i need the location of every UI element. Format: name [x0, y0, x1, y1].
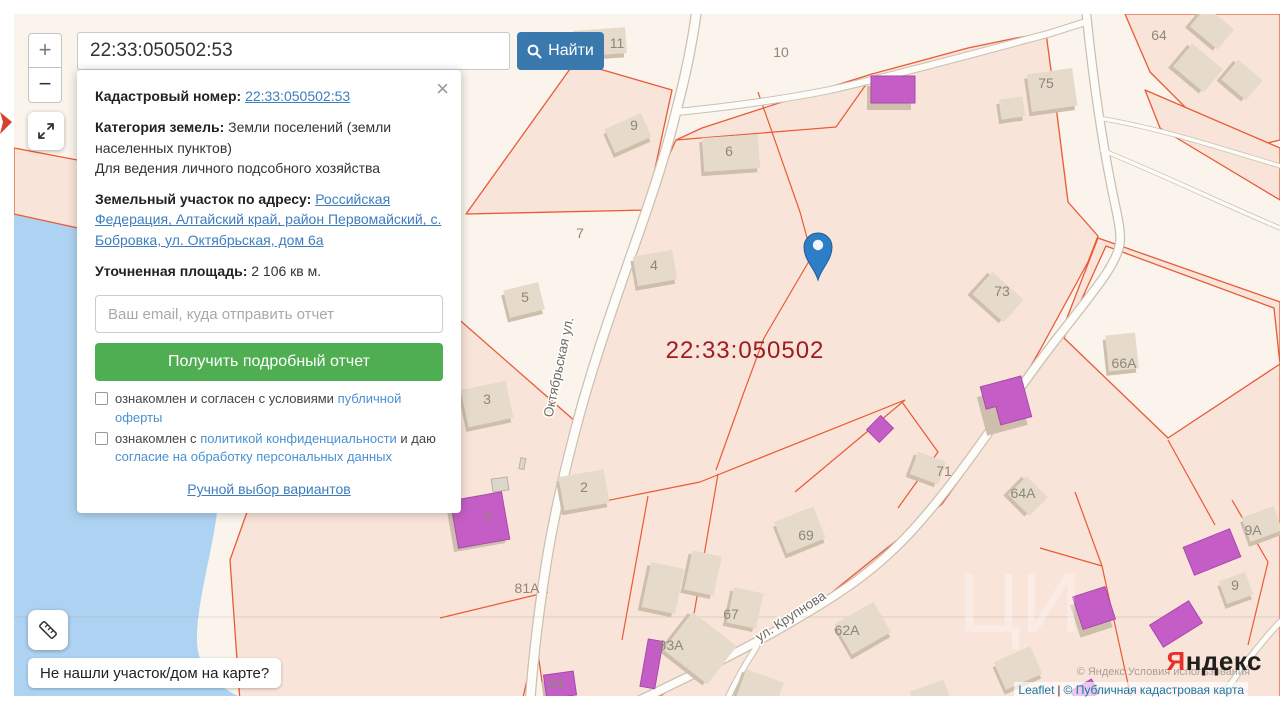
land-category-label: Категория земель: — [95, 119, 224, 135]
parcel-number-label: 9А — [1244, 522, 1262, 538]
area-value: 2 106 кв м. — [251, 263, 321, 279]
parcel-number-label: 10 — [773, 44, 789, 60]
parcel-number-label: 81А — [515, 580, 541, 596]
land-category-row: Категория земель: Земли поселений (земли… — [95, 117, 443, 178]
parcel-number-label: 73 — [994, 283, 1010, 299]
parcel-number-label: 11 — [610, 35, 625, 51]
privacy-checkbox[interactable] — [95, 432, 108, 445]
parcel-number-label: 62А — [835, 622, 861, 638]
provider-link[interactable]: © Публичная кадастровая карта — [1064, 683, 1244, 697]
cadastral-quarter-label: 22:33:050502 — [666, 337, 825, 364]
cadastral-map-app: ЦИ 11106475967457366А327164А6981А6762А83… — [0, 0, 1280, 702]
parcel-number-label: 64 — [1151, 27, 1167, 43]
consent-privacy-text: ознакомлен с политикой конфиденциальност… — [115, 430, 443, 466]
parcel-number-label: 75 — [1038, 75, 1054, 91]
area-label: Уточненная площадь: — [95, 263, 247, 279]
yandex-logo: Яндекс — [1167, 646, 1263, 677]
parcel-number-label: 3 — [483, 391, 491, 407]
ruler-icon — [36, 618, 60, 642]
offer-checkbox[interactable] — [95, 392, 108, 405]
parcel-number-label: 83А — [659, 637, 685, 653]
email-field[interactable] — [95, 295, 443, 333]
land-use-note: Для ведения личного подсобного хозяйства — [95, 160, 380, 176]
zoom-out-button[interactable]: − — [28, 68, 62, 103]
consent-offer-text: ознакомлен и согласен с условиями публич… — [115, 390, 443, 426]
leaflet-link[interactable]: Leaflet — [1018, 683, 1054, 697]
parcel-number-label: 2 — [580, 479, 588, 495]
address-label: Земельный участок по адресу: — [95, 191, 311, 207]
expand-arrows-icon — [35, 120, 57, 142]
measure-button[interactable] — [28, 610, 68, 650]
privacy-policy-link[interactable]: политикой конфиденциальности — [200, 431, 397, 446]
parcel-number-label: 5 — [521, 289, 529, 305]
map-attribution: Leaflet|© Публичная кадастровая карта — [1014, 682, 1248, 698]
not-found-hint[interactable]: Не нашли участок/дом на карте? — [28, 658, 281, 688]
zoom-control: + − — [28, 33, 62, 103]
area-row: Уточненная площадь: 2 106 кв м. — [95, 261, 443, 281]
cadastral-number-label: Кадастровый номер: — [95, 88, 241, 104]
manual-choice-link[interactable]: Ручной выбор вариантов — [95, 479, 443, 499]
consent-offer-row: ознакомлен и согласен с условиями публич… — [95, 390, 443, 426]
red-marker-fragment — [0, 112, 13, 136]
parcel-number-label: 66А — [1112, 355, 1138, 371]
parcel-number-label: 64А — [1011, 485, 1037, 501]
parcel-number-label: 7 — [576, 225, 584, 241]
search-input[interactable] — [77, 32, 510, 70]
parcel-number-label: 69 — [798, 527, 814, 543]
address-row: Земельный участок по адресу: Российская … — [95, 189, 443, 250]
cadastral-number-row: Кадастровый номер: 22:33:050502:53 — [95, 86, 443, 106]
watermark-text: ЦИ — [959, 556, 1082, 650]
parcel-number-label: 7 — [483, 509, 491, 525]
search-icon — [527, 44, 542, 59]
get-report-button[interactable]: Получить подробный отчет — [95, 343, 443, 381]
parcel-number-label: 81 — [549, 675, 565, 691]
parcel-number-label: 9 — [1231, 577, 1239, 593]
cadastral-number-link[interactable]: 22:33:050502:53 — [245, 88, 350, 104]
parcel-number-label: 67 — [723, 606, 739, 622]
parcel-number-label: 9 — [630, 117, 638, 133]
parcel-info-popup: × Кадастровый номер: 22:33:050502:53 Кат… — [77, 70, 461, 513]
close-icon[interactable]: × — [436, 78, 449, 100]
parcel-number-label: 4 — [650, 257, 658, 273]
find-button-label: Найти — [548, 42, 594, 60]
parcel-number-label: 6 — [725, 143, 733, 159]
find-button[interactable]: Найти — [517, 32, 604, 70]
fullscreen-button[interactable] — [28, 112, 64, 150]
zoom-in-button[interactable]: + — [28, 33, 62, 68]
consent-privacy-row: ознакомлен с политикой конфиденциальност… — [95, 430, 443, 466]
parcel-number-label: 71 — [936, 463, 952, 479]
personal-data-link[interactable]: согласие на обработку персональных данны… — [115, 449, 392, 464]
